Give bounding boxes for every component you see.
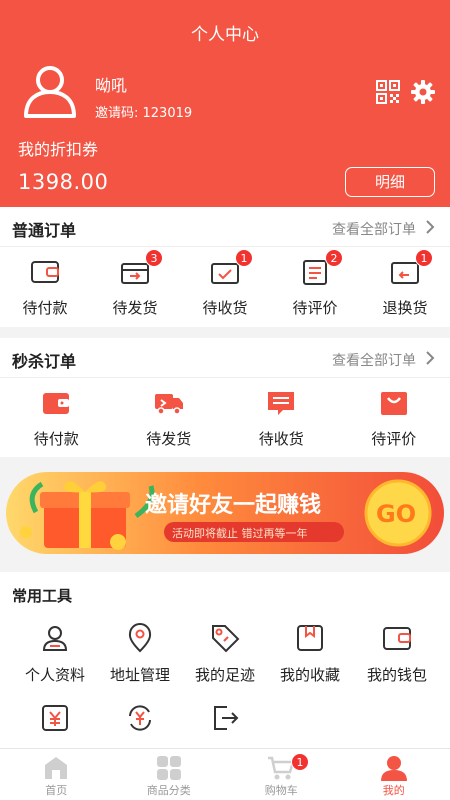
- qrcode-icon[interactable]: [376, 80, 400, 104]
- wallet-icon: [43, 393, 70, 414]
- username: 呦吼: [95, 76, 128, 95]
- badge: 1: [235, 249, 253, 267]
- profile-header: 个人中心 呦吼 邀请码: 123019 我的折扣券 1398.00 明细: [0, 0, 450, 207]
- bookmark-icon: [297, 625, 323, 651]
- flash-pending-receipt[interactable]: 待收货: [225, 378, 338, 458]
- wallet-icon: [31, 261, 59, 283]
- flash-orders-title: 秒杀订单: [12, 352, 77, 371]
- tab-category[interactable]: 商品分类: [113, 749, 226, 800]
- flash-pending-review[interactable]: 待评价: [338, 378, 450, 458]
- banner-headline: 邀请好友一起赚钱: [145, 492, 321, 518]
- chevron-right-icon[interactable]: [424, 218, 436, 236]
- profile-icon: [380, 756, 407, 781]
- page-title: 个人中心: [191, 25, 259, 45]
- invite-code: 邀请码: 123019: [95, 106, 193, 121]
- normal-orders-title: 普通订单: [12, 221, 77, 240]
- normal-orders-card: 普通订单 查看全部订单 待付款 3 待发货 1 待收货 2 待评价 1 退换货: [0, 207, 450, 327]
- category-icon: [156, 756, 181, 780]
- tab-cart[interactable]: 1 购物车: [225, 749, 338, 800]
- coupon-label: 我的折扣券: [18, 140, 99, 159]
- flash-orders-card: 秒杀订单 查看全部订单 待付款 待发货 待收货 待评价: [0, 338, 450, 457]
- avatar-icon[interactable]: [20, 60, 80, 120]
- flash-pending-shipment[interactable]: 待发货: [113, 378, 226, 458]
- truck-icon: [154, 394, 183, 415]
- order-pending-receipt[interactable]: 1 待收货: [180, 247, 270, 327]
- view-all-normal-orders-link[interactable]: 查看全部订单: [332, 219, 416, 239]
- order-pending-review[interactable]: 2 待评价: [270, 247, 360, 327]
- view-all-flash-orders-link[interactable]: 查看全部订单: [332, 350, 416, 370]
- home-icon: [45, 757, 68, 779]
- yen-icon: [42, 705, 68, 731]
- location-icon: [128, 623, 152, 653]
- detail-button[interactable]: 明细: [345, 167, 435, 197]
- normal-orders-header: 普通订单 查看全部订单: [0, 207, 450, 247]
- gear-icon[interactable]: [410, 79, 436, 105]
- message-icon: [268, 392, 295, 415]
- tab-mine[interactable]: 我的: [338, 749, 450, 800]
- order-pending-shipment[interactable]: 3 待发货: [90, 247, 180, 327]
- invite-friends-banner[interactable]: 邀请好友一起赚钱 活动即将截止 错过再等一年 GO: [6, 472, 444, 554]
- flash-pending-payment[interactable]: 待付款: [0, 378, 113, 458]
- chevron-right-icon[interactable]: [424, 349, 436, 367]
- tag-icon: [212, 625, 240, 653]
- tab-home[interactable]: 首页: [0, 749, 113, 800]
- banner-go: GO: [376, 500, 416, 528]
- order-return-exchange[interactable]: 1 退换货: [360, 247, 450, 327]
- banner-subline: 活动即将截止 错过再等一年: [172, 526, 308, 540]
- wallet-icon: [383, 627, 411, 650]
- coupon-value: 1398.00: [18, 170, 109, 194]
- tools-title: 常用工具: [12, 587, 73, 605]
- exchange-icon: [129, 705, 151, 731]
- logout-icon: [214, 706, 239, 730]
- bag-icon: [380, 392, 407, 415]
- flash-orders-header: 秒杀订单 查看全部订单: [0, 338, 450, 378]
- user-icon: [42, 626, 68, 651]
- cart-badge: 1: [291, 753, 309, 771]
- badge: 1: [415, 249, 433, 267]
- badge: 3: [145, 249, 163, 267]
- bottom-tab-bar: 首页 商品分类 1 购物车 我的: [0, 748, 450, 800]
- badge: 2: [325, 249, 343, 267]
- order-pending-payment[interactable]: 待付款: [0, 247, 90, 327]
